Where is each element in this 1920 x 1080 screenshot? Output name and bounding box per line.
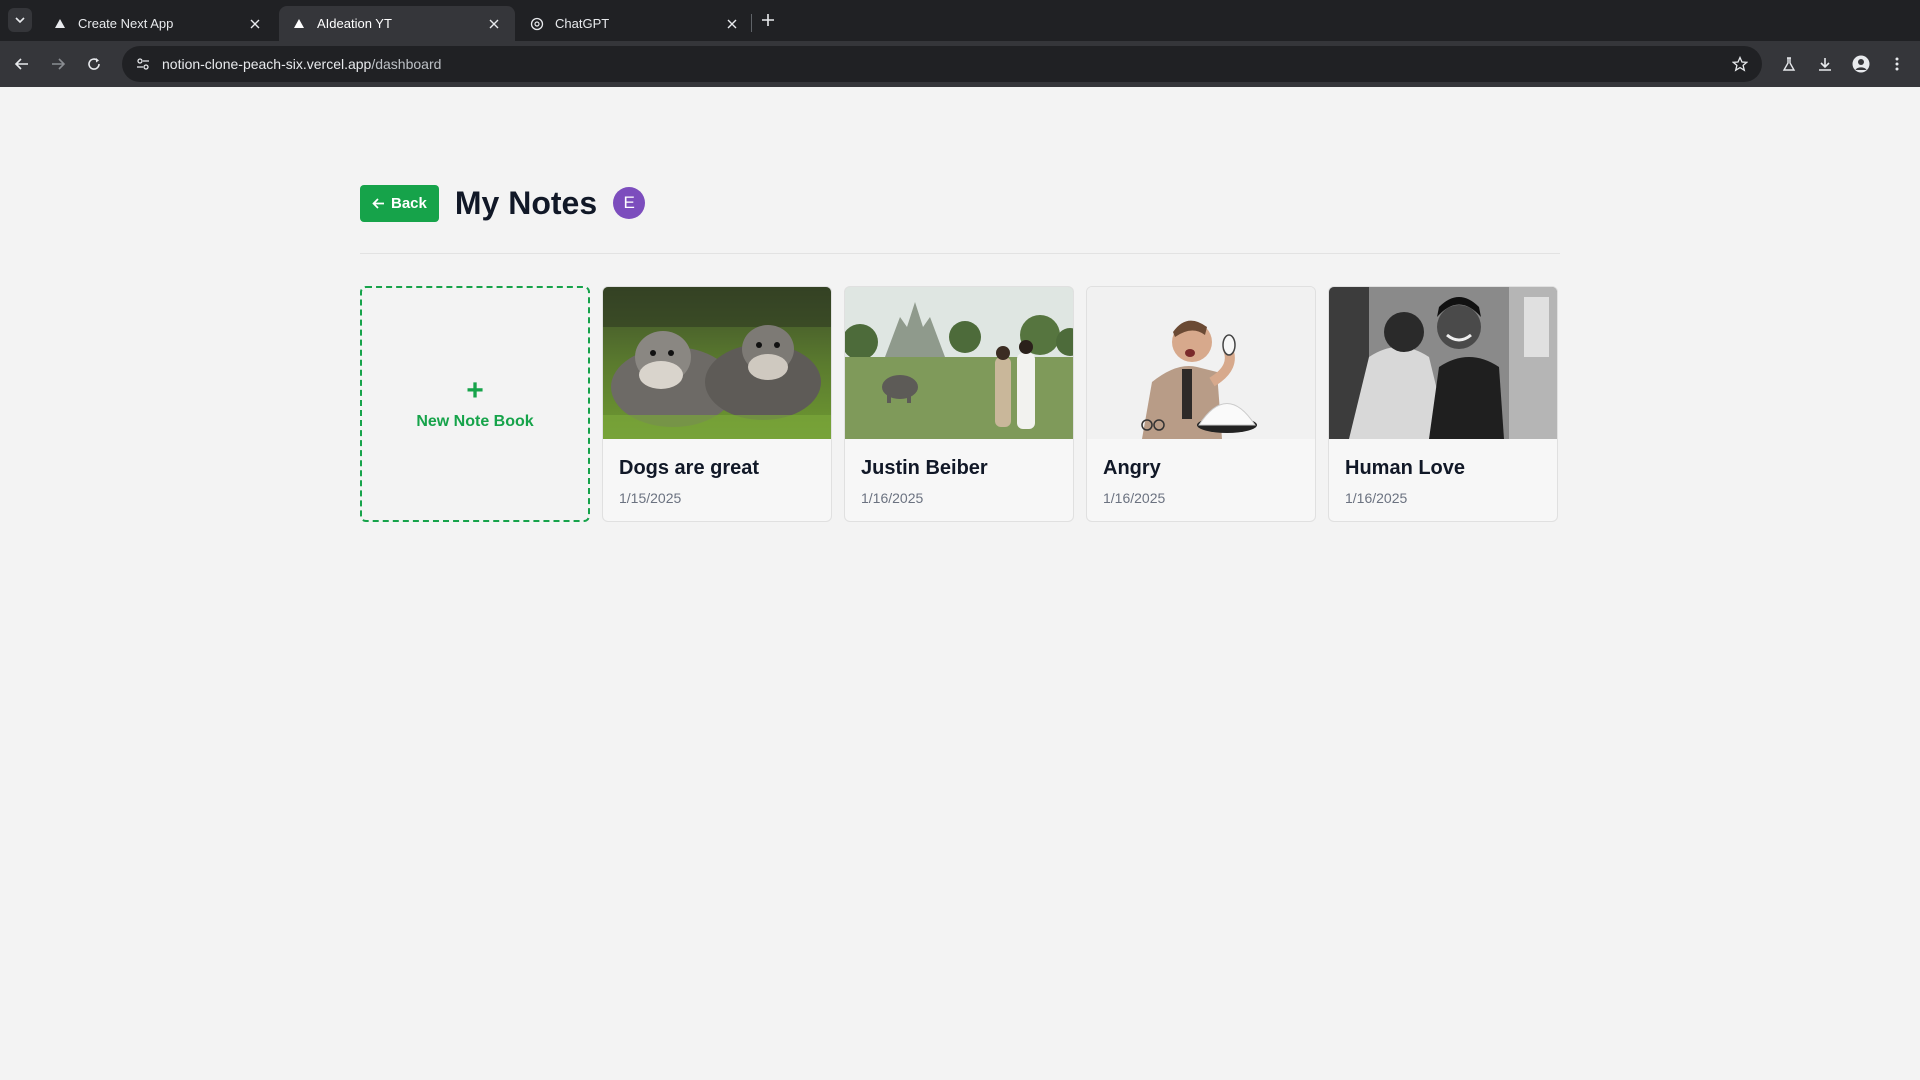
back-nav-button[interactable] — [8, 50, 36, 78]
note-card[interactable]: Dogs are great 1/15/2025 — [602, 286, 832, 522]
tab-separator — [751, 14, 752, 32]
close-icon[interactable] — [723, 15, 741, 33]
new-notebook-label: New Note Book — [416, 413, 534, 430]
tab-search-button[interactable] — [8, 8, 32, 32]
dashboard-header: Back My Notes E — [360, 183, 1560, 223]
url-host: notion-clone-peach-six.vercel.app — [162, 56, 372, 72]
dashboard-container: Back My Notes E + New Note Book Dogs are… — [360, 183, 1560, 522]
note-title: Justin Beiber — [861, 457, 988, 479]
bookmark-star-icon[interactable] — [1728, 52, 1752, 76]
reload-icon — [88, 58, 100, 70]
note-body: Human Love 1/16/2025 — [1329, 439, 1557, 506]
close-icon[interactable] — [485, 15, 503, 33]
note-title: Human Love — [1345, 457, 1466, 479]
tab-create-next-app[interactable]: Create Next App — [40, 6, 276, 41]
back-button[interactable]: Back — [360, 184, 439, 222]
download-icon[interactable] — [1813, 52, 1837, 76]
close-icon[interactable] — [246, 15, 264, 33]
note-date: 1/16/2025 — [861, 490, 924, 506]
note-body: Dogs are great 1/15/2025 — [603, 439, 831, 506]
plus-icon — [762, 14, 774, 26]
chevron-down-icon — [15, 17, 25, 24]
address-bar[interactable]: notion-clone-peach-six.vercel.app/dashbo… — [122, 46, 1762, 82]
note-image-angry-man — [1087, 287, 1315, 439]
vercel-icon — [291, 16, 307, 32]
note-card[interactable]: Justin Beiber 1/16/2025 — [844, 286, 1074, 522]
arrow-left-icon — [372, 197, 384, 209]
note-card[interactable]: Angry 1/16/2025 — [1086, 286, 1316, 522]
new-notebook-card[interactable]: + New Note Book — [360, 286, 590, 522]
tab-title: Create Next App — [78, 16, 174, 31]
note-date: 1/16/2025 — [1103, 490, 1166, 506]
arrow-right-icon — [52, 58, 66, 70]
note-card[interactable]: Human Love 1/16/2025 — [1328, 286, 1558, 522]
note-body: Justin Beiber 1/16/2025 — [845, 439, 1073, 506]
tab-aideation-yt[interactable]: AIdeation YT — [279, 6, 515, 41]
note-title: Angry — [1103, 457, 1161, 479]
note-date: 1/15/2025 — [619, 490, 682, 506]
note-image-couple-elephant — [845, 287, 1073, 439]
back-button-label: Back — [391, 194, 427, 212]
page-title: My Notes — [454, 184, 598, 221]
header-divider — [360, 253, 1560, 254]
new-tab-button[interactable] — [756, 8, 780, 32]
url-path: /dashboard — [371, 56, 442, 72]
user-avatar[interactable]: E — [613, 187, 646, 219]
notebook-grid: + New Note Book Dogs are great 1/15/2025… — [360, 286, 1560, 522]
site-info-icon[interactable] — [128, 46, 158, 82]
note-image-human-love — [1329, 287, 1557, 439]
note-body: Angry 1/16/2025 — [1087, 439, 1315, 506]
forward-nav-button[interactable] — [44, 50, 72, 78]
tab-title: AIdeation YT — [317, 16, 392, 31]
more-menu-icon[interactable] — [1885, 52, 1909, 76]
note-date: 1/16/2025 — [1345, 490, 1408, 506]
browser-tabstrip: Create Next App AIdeation YT ChatGPT — [0, 0, 1920, 41]
note-image-dogs — [603, 287, 831, 439]
browser-toolbar: notion-clone-peach-six.vercel.app/dashbo… — [0, 41, 1920, 87]
tab-title: ChatGPT — [555, 16, 610, 31]
page-content: Back My Notes E + New Note Book Dogs are… — [0, 87, 1920, 1080]
plus-icon: + — [466, 374, 484, 407]
url-text: notion-clone-peach-six.vercel.app/dashbo… — [162, 56, 441, 72]
labs-flask-icon[interactable] — [1777, 52, 1801, 76]
chatgpt-icon — [529, 16, 545, 32]
note-title: Dogs are great — [619, 457, 760, 479]
profile-icon[interactable] — [1849, 52, 1873, 76]
reload-button[interactable] — [80, 50, 108, 78]
vercel-icon — [52, 16, 68, 32]
arrow-left-icon — [14, 58, 28, 70]
tab-chatgpt[interactable]: ChatGPT — [517, 6, 753, 41]
